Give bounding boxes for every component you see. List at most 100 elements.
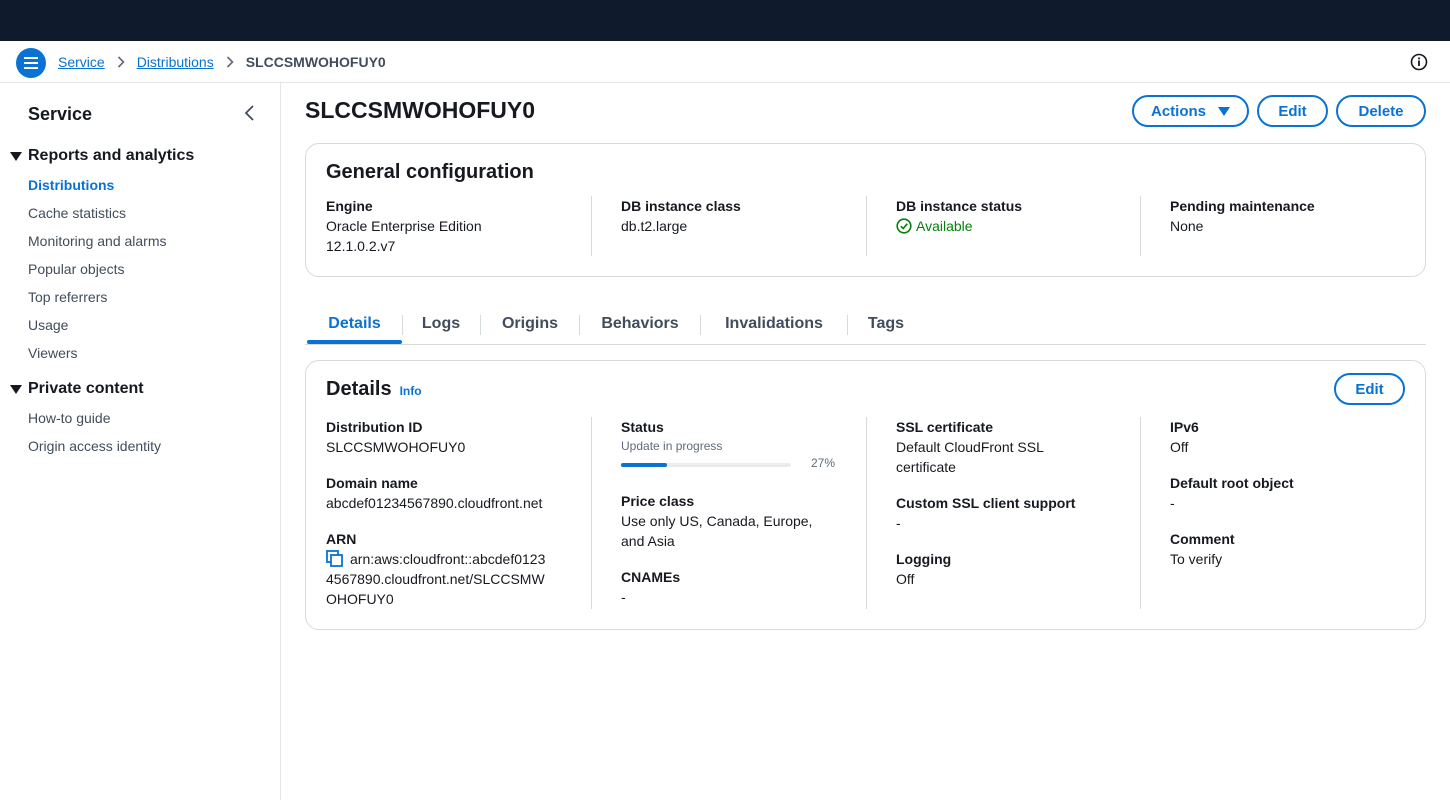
instance-class-label: DB instance class <box>621 198 741 214</box>
tab-tags[interactable]: Tags <box>848 305 924 343</box>
instance-status-label: DB instance status <box>896 198 1023 214</box>
price-class-line-1: Use only US, Canada, Europe, <box>621 513 813 529</box>
details-column-4: IPv6 Off Default root object - Comment T… <box>1170 417 1410 569</box>
price-class-label: Price class <box>621 493 695 509</box>
details-card: Details Info Edit Distribution ID SLCCSM… <box>305 360 1426 630</box>
status-progress: Update in progress 27% <box>621 437 861 491</box>
progress-percent: 27% <box>811 456 836 470</box>
progress-bar-fill <box>621 463 667 467</box>
sidebar-item-top-referrers[interactable]: Top referrers <box>28 289 107 305</box>
tab-bar: Details Logs Origins Behaviors Invalidat… <box>305 305 1426 345</box>
instance-status-value: Available <box>896 216 1136 236</box>
arn-label: ARN <box>326 531 357 547</box>
details-column-2: Status Update in progress 27% Price clas… <box>621 417 861 607</box>
instance-class-field: DB instance class db.t2.large <box>621 196 861 236</box>
check-circle-icon <box>896 218 912 234</box>
chevron-left-icon[interactable] <box>242 104 258 122</box>
tab-origins[interactable]: Origins <box>481 305 579 343</box>
column-divider <box>1140 417 1141 609</box>
pending-maintenance-label: Pending maintenance <box>1170 198 1315 214</box>
tab-invalidations[interactable]: Invalidations <box>701 305 847 343</box>
ipv6-label: IPv6 <box>1170 419 1199 435</box>
distribution-id-value: SLCCSMWOHOFUY0 <box>326 439 466 455</box>
sidebar-section-label: Private content <box>28 380 144 397</box>
instance-status-field: DB instance status Available <box>896 196 1136 236</box>
page-title: SLCCSMWOHOFUY0 <box>305 97 535 123</box>
engine-field: Engine Oracle Enterprise Edition 12.1.0.… <box>326 196 576 256</box>
custom-ssl-label: Custom SSL client support <box>896 495 1076 511</box>
engine-label: Engine <box>326 198 373 214</box>
price-class-line-2: and Asia <box>621 533 675 549</box>
breadcrumb: Service Distributions SLCCSMWOHOFUY0 <box>58 41 386 83</box>
cnames-value: - <box>621 589 626 605</box>
sidebar-item-how-to-guide[interactable]: How-to guide <box>28 410 111 426</box>
comment-value: To verify <box>1170 551 1223 567</box>
arn-line-1: arn:aws:cloudfront::abcdef0123 <box>350 551 546 567</box>
logging-label: Logging <box>896 551 952 567</box>
cnames-label: CNAMEs <box>621 569 681 585</box>
engine-value-line2: 12.1.0.2.v7 <box>326 238 396 254</box>
instance-class-value: db.t2.large <box>621 218 688 234</box>
details-header: Details Info <box>326 378 422 401</box>
sidebar-item-cache-statistics[interactable]: Cache statistics <box>28 205 126 221</box>
sidebar-item-popular-objects[interactable]: Popular objects <box>28 261 125 277</box>
chevron-right-icon <box>226 56 234 68</box>
column-divider <box>866 196 867 256</box>
copy-icon[interactable] <box>326 550 344 567</box>
sidebar-item-origin-access-identity[interactable]: Origin access identity <box>28 438 161 454</box>
general-configuration-title: General configuration <box>326 161 534 183</box>
details-column-3: SSL certificate Default CloudFront SSL c… <box>896 417 1136 589</box>
default-root-object-value: - <box>1170 495 1175 511</box>
delete-button[interactable]: Delete <box>1336 95 1426 127</box>
menu-button[interactable] <box>16 48 46 78</box>
info-link[interactable]: Info <box>400 384 422 398</box>
tab-details[interactable]: Details <box>307 305 402 343</box>
sidebar-item-usage[interactable]: Usage <box>28 317 68 333</box>
details-column-1: Distribution ID SLCCSMWOHOFUY0 Domain na… <box>326 417 576 609</box>
breadcrumb-current: SLCCSMWOHOFUY0 <box>245 54 386 70</box>
chevron-right-icon <box>117 56 125 68</box>
arn-value: arn:aws:cloudfront::abcdef0123 <box>326 549 576 569</box>
sidebar-item-viewers[interactable]: Viewers <box>28 345 78 361</box>
engine-value-line1: Oracle Enterprise Edition <box>326 218 482 234</box>
ipv6-value: Off <box>1170 439 1189 455</box>
sidebar-section-reports[interactable]: Reports and analytics <box>10 147 194 165</box>
details-edit-button[interactable]: Edit <box>1334 373 1405 405</box>
column-divider <box>591 417 592 609</box>
sidebar-section-label: Reports and analytics <box>28 147 195 164</box>
logging-value: Off <box>896 571 915 587</box>
hamburger-icon <box>24 57 38 69</box>
details-title: Details <box>326 378 392 400</box>
breadcrumb-distributions[interactable]: Distributions <box>137 54 214 70</box>
sidebar-item-monitoring[interactable]: Monitoring and alarms <box>28 233 167 249</box>
instance-status-text: Available <box>916 218 973 234</box>
actions-button-label: Actions <box>1150 102 1206 120</box>
ssl-certificate-line-1: Default CloudFront SSL <box>896 439 1044 455</box>
info-icon[interactable] <box>1410 53 1428 71</box>
edit-button[interactable]: Edit <box>1257 95 1328 127</box>
sidebar-section-private[interactable]: Private content <box>10 380 144 398</box>
tab-behaviors[interactable]: Behaviors <box>580 305 700 343</box>
default-root-object-label: Default root object <box>1170 475 1294 491</box>
domain-name-value: abcdef01234567890.cloudfront.net <box>326 495 543 511</box>
top-navigation-bar <box>0 0 1450 41</box>
pending-maintenance-field: Pending maintenance None <box>1170 196 1410 236</box>
ssl-certificate-line-2: certificate <box>896 459 956 475</box>
progress-bar <box>621 463 791 467</box>
tab-logs[interactable]: Logs <box>403 305 479 343</box>
arn-line-2: 4567890.cloudfront.net/SLCCSMW <box>326 571 545 587</box>
side-navigation: Service Reports and analytics Distributi… <box>0 83 281 800</box>
general-configuration-card: General configuration Engine Oracle Ente… <box>305 143 1426 277</box>
sidebar-item-distributions[interactable]: Distributions <box>28 177 114 193</box>
column-divider <box>591 196 592 256</box>
arn-line-3: OHOFUY0 <box>326 591 394 607</box>
column-divider <box>866 417 867 609</box>
actions-button[interactable]: Actions <box>1132 95 1249 127</box>
active-tab-indicator <box>307 340 402 344</box>
breadcrumb-service[interactable]: Service <box>58 54 105 70</box>
pending-maintenance-value: None <box>1170 218 1204 234</box>
sidebar-title: Service <box>28 104 93 124</box>
column-divider <box>1140 196 1141 256</box>
distribution-id-label: Distribution ID <box>326 419 423 435</box>
domain-name-label: Domain name <box>326 475 418 491</box>
